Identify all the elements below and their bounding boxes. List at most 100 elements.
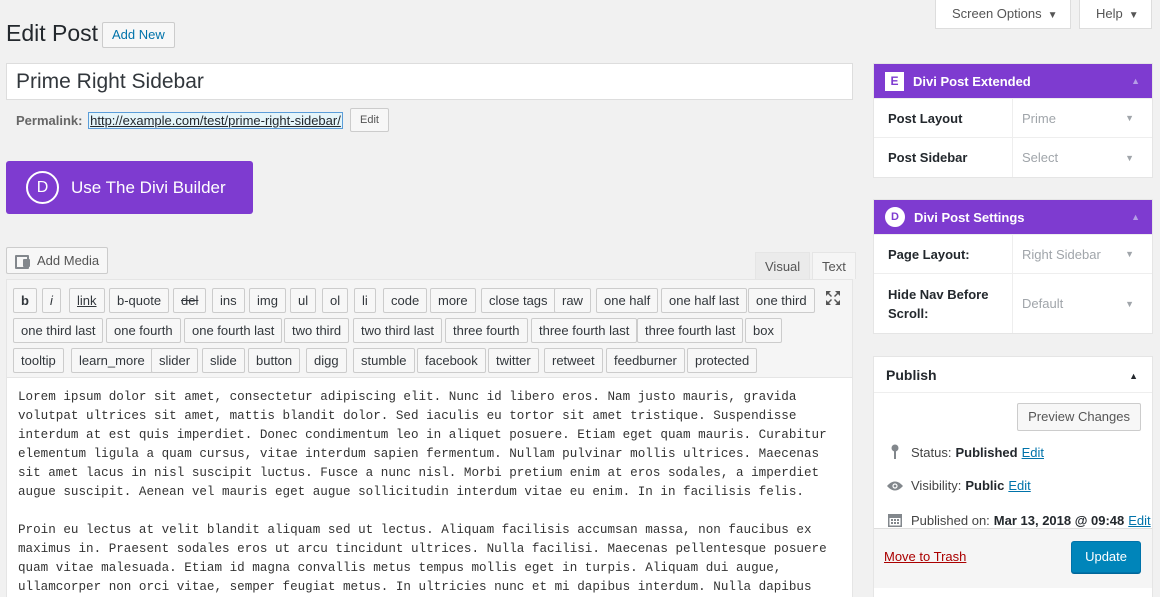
qt-twitter[interactable]: twitter: [488, 348, 539, 373]
eye-icon: [886, 480, 904, 492]
use-divi-builder-button[interactable]: D Use The Divi Builder: [6, 161, 253, 214]
qt-digg[interactable]: digg: [306, 348, 347, 373]
update-button[interactable]: Update: [1071, 541, 1141, 573]
qt-b-quote[interactable]: b-quote: [109, 288, 170, 313]
editor: b i link b-quote del ins img ul ol li co…: [6, 279, 853, 597]
divi-post-extended-header[interactable]: E Divi Post Extended ▲: [874, 64, 1152, 98]
hide-nav-value: Default: [1022, 296, 1064, 311]
qt-slider[interactable]: slider: [151, 348, 199, 373]
qt-b[interactable]: b: [13, 288, 37, 313]
page-layout-select[interactable]: Right Sidebar ▼: [1013, 235, 1152, 273]
visibility-edit-link[interactable]: Edit: [1008, 478, 1030, 493]
status-edit-link[interactable]: Edit: [1022, 445, 1044, 460]
qt-button[interactable]: button: [248, 348, 301, 373]
dropdown-arrow-icon: ▼: [1125, 113, 1134, 123]
qt-close-tags[interactable]: close tags: [481, 288, 556, 313]
qt-feedburner[interactable]: feedburner: [606, 348, 685, 373]
preview-changes-button[interactable]: Preview Changes: [1017, 403, 1141, 431]
qt-more[interactable]: more: [430, 288, 476, 313]
add-media-label: Add Media: [37, 253, 100, 268]
published-edit-link[interactable]: Edit: [1128, 513, 1150, 528]
permalink-url[interactable]: http://example.com/test/prime-right-side…: [88, 112, 343, 129]
status-label: Status:: [911, 444, 952, 460]
hide-nav-select[interactable]: Default ▼: [1013, 274, 1152, 333]
screen-options-tab[interactable]: Screen Options ▼: [935, 0, 1071, 29]
qt-three-fourth-last[interactable]: three fourth last: [531, 318, 638, 343]
qt-one-half-last[interactable]: one half last: [661, 288, 748, 313]
status-line: Status: Published Edit: [886, 444, 1044, 460]
qt-one-third[interactable]: one third: [748, 288, 815, 313]
qt-tooltip[interactable]: tooltip: [13, 348, 64, 373]
qt-protected[interactable]: protected: [687, 348, 758, 373]
screen-options-label: Screen Options: [952, 6, 1042, 21]
qt-one-fourth[interactable]: one fourth: [106, 318, 181, 343]
permalink: Permalink: http://example.com/test/prime…: [16, 111, 343, 133]
page-title: Edit Post: [6, 20, 99, 46]
qt-img[interactable]: img: [249, 288, 286, 313]
qt-three-fourth[interactable]: three fourth: [445, 318, 528, 343]
caret-up-icon[interactable]: ▲: [1131, 76, 1140, 86]
qt-slide[interactable]: slide: [202, 348, 245, 373]
qt-link[interactable]: link: [69, 288, 105, 313]
qt-facebook[interactable]: facebook: [417, 348, 486, 373]
tab-text[interactable]: Text: [812, 252, 856, 279]
qt-box[interactable]: box: [745, 318, 782, 343]
qt-one-fourth-last[interactable]: one fourth last: [184, 318, 283, 343]
qt-del[interactable]: del: [173, 288, 207, 313]
qt-raw[interactable]: raw: [554, 288, 591, 313]
caret-up-icon[interactable]: ▲: [1129, 371, 1138, 381]
post-sidebar-value: Select: [1022, 150, 1059, 165]
qt-ul[interactable]: ul: [290, 288, 317, 313]
post-title-input[interactable]: Prime Right Sidebar: [6, 63, 853, 100]
hide-nav-row: Hide Nav Before Scroll: Default ▼: [874, 273, 1152, 333]
qt-one-half[interactable]: one half: [596, 288, 659, 313]
divi-builder-label: Use The Divi Builder: [71, 177, 226, 197]
dropdown-arrow-icon: ▼: [1125, 298, 1134, 309]
visibility-value: Public: [965, 478, 1005, 493]
qt-i[interactable]: i: [42, 288, 61, 313]
post-sidebar-select[interactable]: Select ▼: [1013, 138, 1152, 177]
qt-ol[interactable]: ol: [322, 288, 349, 313]
published-on-line: Published on: Mar 13, 2018 @ 09:48 Edit: [886, 512, 1151, 528]
add-media-button[interactable]: Add Media: [6, 247, 109, 274]
extended-badge-icon: E: [885, 71, 904, 91]
dropdown-arrow-icon: ▼: [1128, 10, 1139, 21]
post-layout-select[interactable]: Prime ▼: [1013, 99, 1152, 137]
qt-two-third[interactable]: two third: [284, 318, 350, 343]
post-layout-row: Post Layout Prime ▼: [874, 98, 1152, 137]
dropdown-arrow-icon: ▼: [1125, 152, 1134, 163]
qt-two-third-last[interactable]: two third last: [353, 318, 442, 343]
divi-post-extended-box: E Divi Post Extended ▲ Post Layout Prime…: [873, 63, 1153, 178]
qt-learn-more[interactable]: learn_more: [71, 348, 153, 373]
qt-three-fourth-last-2[interactable]: three fourth last: [637, 318, 744, 343]
help-tab[interactable]: Help ▼: [1079, 0, 1152, 29]
qt-ins[interactable]: ins: [212, 288, 245, 313]
permalink-edit-button[interactable]: Edit: [350, 108, 389, 132]
dropdown-arrow-icon: ▼: [1125, 249, 1134, 259]
tab-visual[interactable]: Visual: [755, 252, 811, 279]
post-layout-value: Prime: [1022, 110, 1056, 126]
help-label: Help: [1096, 6, 1123, 21]
qt-one-third-last[interactable]: one third last: [13, 318, 104, 343]
published-value: Mar 13, 2018 @ 09:48: [993, 512, 1125, 528]
move-to-trash-link[interactable]: Move to Trash: [884, 549, 966, 564]
page-layout-value: Right Sidebar: [1022, 246, 1101, 262]
qt-li[interactable]: li: [354, 288, 376, 313]
qt-code[interactable]: code: [383, 288, 428, 313]
publish-title: Publish: [886, 366, 937, 383]
page-layout-label: Page Layout:: [874, 235, 1013, 273]
dropdown-arrow-icon: ▼: [1047, 10, 1058, 21]
divi-badge-icon: D: [885, 207, 905, 227]
qt-retweet[interactable]: retweet: [544, 348, 603, 373]
hide-nav-label: Hide Nav Before Scroll:: [874, 274, 1013, 333]
visibility-label: Visibility:: [911, 478, 962, 493]
editor-textarea[interactable]: Lorem ipsum dolor sit amet, consectetur …: [7, 378, 852, 597]
divi-post-settings-header[interactable]: D Divi Post Settings ▲: [874, 200, 1152, 234]
permalink-slug: prime-right-sidebar/: [228, 113, 341, 128]
fullscreen-icon[interactable]: [825, 290, 841, 306]
qt-stumble[interactable]: stumble: [353, 348, 415, 373]
add-new-button[interactable]: Add New: [102, 22, 175, 48]
caret-up-icon[interactable]: ▲: [1131, 212, 1140, 222]
publish-header[interactable]: Publish ▲: [874, 357, 1152, 393]
divi-post-extended-title: Divi Post Extended: [913, 73, 1031, 89]
